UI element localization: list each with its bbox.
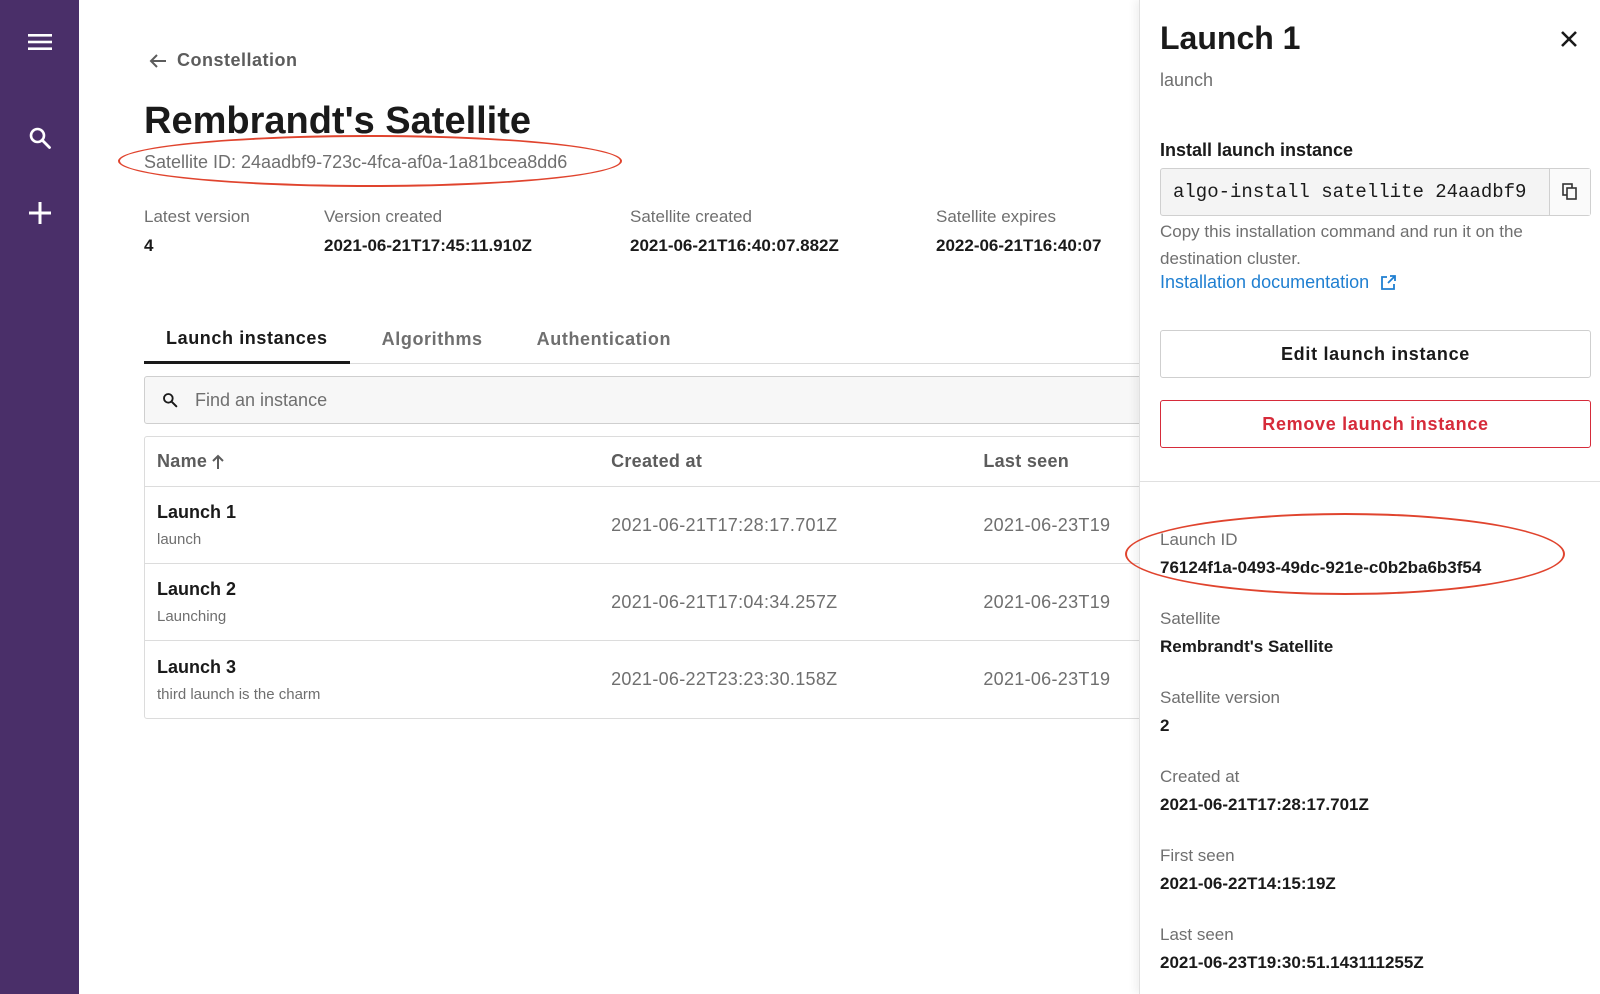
row-description: third launch is the charm [157,685,321,703]
install-label: Install launch instance [1160,140,1354,160]
row-created: 2021-06-21T17:28:17.701Z [611,514,838,535]
edit-launch-instance-button[interactable]: Edit launch instance [1160,330,1591,378]
copy-icon [1562,183,1577,200]
field-satellite-version: Satellite version 2 [1160,688,1281,735]
panel-divider [1140,481,1600,482]
satellite-meta: Latest version 4 Version created 2021-06… [144,207,1136,256]
column-last-seen-header[interactable]: Last seen [983,451,1139,472]
field-first-seen: First seen 2021-06-22T14:15:19Z [1160,846,1336,893]
instance-search [144,376,1139,424]
launch-detail-panel: Launch 1 launch Install launch instance … [1125,0,1600,994]
external-link-icon [1381,275,1397,290]
search-icon [145,392,195,408]
row-description: Launching [157,608,227,625]
search-button[interactable] [0,110,79,166]
row-created: 2021-06-22T23:23:30.158Z [611,669,838,689]
row-last-seen: 2021-06-23T19 [983,591,1111,612]
instances-table: Name Created at Last seen Launch 1 launc… [144,436,1139,719]
install-help-text: Copy this installation command and run i… [1160,222,1523,268]
column-created-header[interactable]: Created at [611,451,983,472]
row-name: Launch 2 [157,579,237,599]
arrow-up-icon [212,454,224,469]
back-link-label: Constellation [177,50,298,70]
doc-link-label: Installation documentation [1160,272,1370,292]
row-description: launch [157,531,202,548]
table-row[interactable]: Launch 2 Launching 2021-06-21T17:04:34.2… [145,564,1139,641]
row-last-seen: 2021-06-23T19 [983,669,1111,689]
menu-button[interactable] [0,14,79,70]
meta-satellite-created: Satellite created 2021-06-21T16:40:07.88… [630,207,839,255]
meta-version-created: Version created 2021-06-21T17:45:11.910Z [324,207,532,255]
table-row[interactable]: Launch 1 launch 2021-06-21T17:28:17.701Z… [145,487,1139,564]
close-button[interactable] [1554,24,1584,54]
main-content: Constellation Rembrandt's Satellite Sate… [79,0,1139,994]
tab-bar: Launch instances Algorithms Authenticati… [144,315,1139,364]
column-name-header[interactable]: Name [145,451,611,472]
satellite-id: Satellite ID: 24aadbf9-723c-4fca-af0a-1a… [144,152,568,172]
meta-latest-version: Latest version 4 [144,207,250,255]
field-satellite: Satellite Rembrandt's Satellite [1160,609,1334,656]
search-icon [29,127,51,149]
tab-authentication[interactable]: Authentication [515,315,693,364]
panel-subtitle: launch [1160,70,1214,90]
install-command-box [1160,168,1591,216]
add-button[interactable] [0,185,79,241]
field-last-seen: Last seen 2021-06-23T19:30:51.143111255Z [1160,925,1424,972]
install-command-field[interactable] [1161,181,1549,203]
left-rail [0,0,79,994]
row-created: 2021-06-21T17:04:34.257Z [611,591,838,612]
remove-launch-instance-button[interactable]: Remove launch instance [1160,400,1591,448]
plus-icon [28,202,51,224]
row-name: Launch 1 [157,502,237,522]
page-title: Rembrandt's Satellite [144,100,532,142]
tab-algorithms[interactable]: Algorithms [360,315,505,364]
panel-title: Launch 1 [1160,20,1301,56]
copy-button[interactable] [1549,169,1590,215]
arrow-left-icon [149,53,166,68]
field-created-at: Created at 2021-06-21T17:28:17.701Z [1160,767,1369,814]
tab-launch-instances[interactable]: Launch instances [144,315,350,364]
table-row[interactable]: Launch 3 third launch is the charm 2021-… [145,641,1139,718]
menu-icon [27,34,52,50]
row-name: Launch 3 [157,656,237,677]
field-launch-id: Launch ID 76124f1a-0493-49dc-921e-c0b2ba… [1160,530,1482,577]
back-link[interactable]: Constellation [149,50,298,71]
close-icon [1561,31,1577,47]
table-header: Name Created at Last seen [145,437,1139,487]
installation-doc-link[interactable]: Installation documentation [1160,272,1397,293]
search-input[interactable] [195,389,1095,411]
row-last-seen: 2021-06-23T19 [983,514,1111,535]
meta-satellite-expires: Satellite expires 2022-06-21T16:40:07 [936,207,1102,255]
